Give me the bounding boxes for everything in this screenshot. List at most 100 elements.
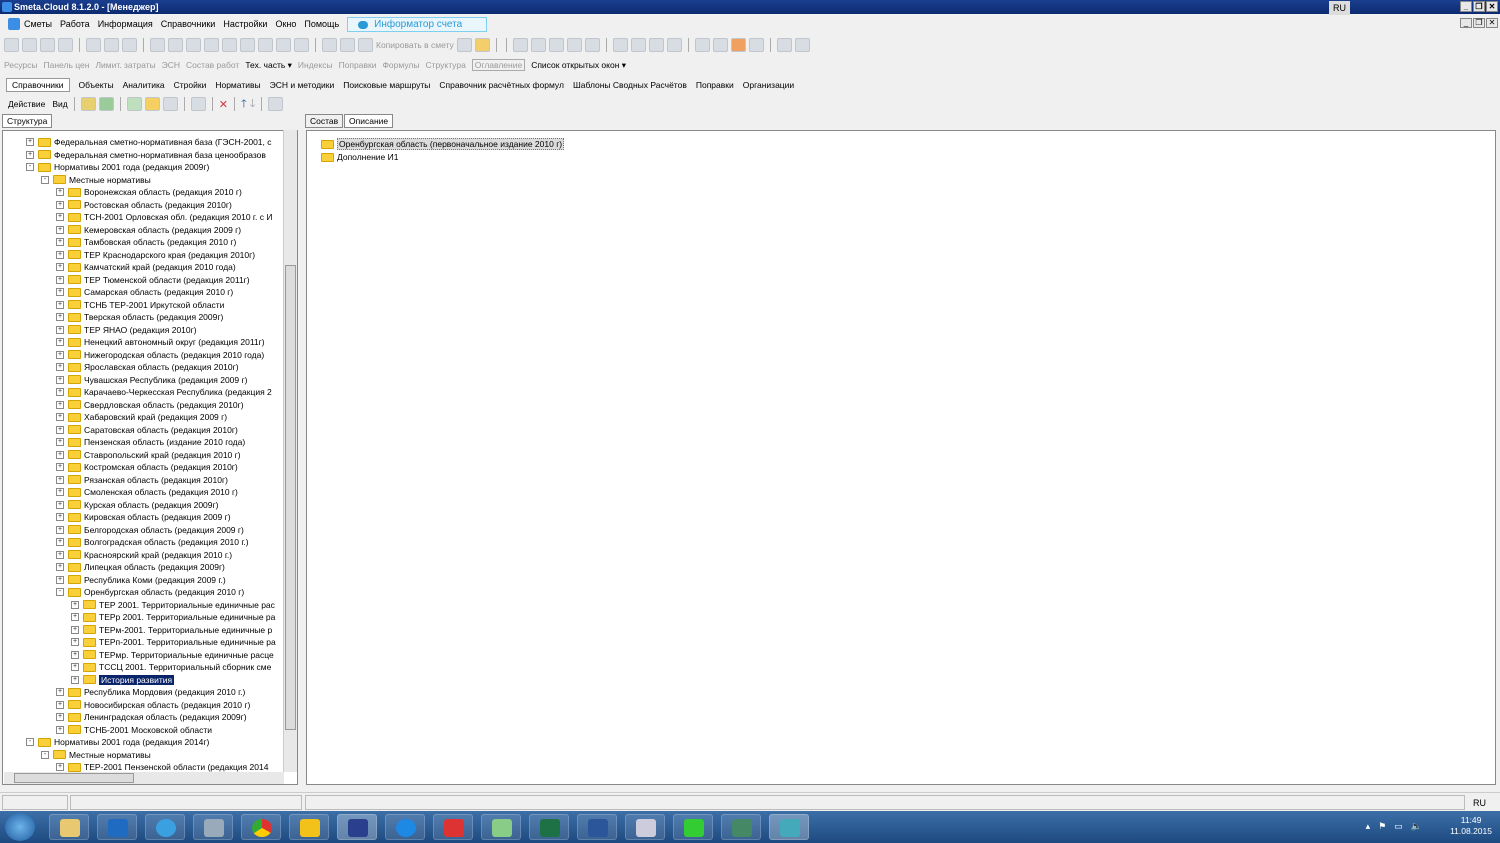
ie-taskbar-icon[interactable]	[145, 814, 185, 840]
expand-icon[interactable]: +	[56, 413, 64, 421]
tree-item[interactable]: + Чувашская Республика (редакция 2009 г)	[56, 374, 247, 386]
tool-button[interactable]	[530, 38, 546, 52]
clock[interactable]: 11:49 11.08.2015	[1450, 815, 1492, 837]
teamviewer-taskbar-icon[interactable]	[385, 814, 425, 840]
collapse-icon[interactable]: -	[41, 175, 49, 184]
copy-icon[interactable]	[190, 97, 206, 111]
tool-button[interactable]	[276, 38, 291, 52]
checkmark-taskbar-icon[interactable]	[433, 814, 473, 840]
expand-icon[interactable]: +	[56, 513, 64, 521]
tree-item[interactable]: + Красноярский край (редакция 2010 г.)	[56, 549, 232, 561]
expand-icon[interactable]: +	[56, 338, 64, 346]
tree-item[interactable]: + Рязанская область (редакция 2010г)	[56, 474, 228, 486]
open-windows-dropdown[interactable]: Список открытых окон ▾	[531, 60, 626, 71]
collapse-icon[interactable]: -	[41, 750, 49, 759]
formulas-button[interactable]: Формулы	[382, 60, 419, 70]
tool-button[interactable]	[40, 38, 55, 52]
tree-item[interactable]: + Республика Коми (редакция 2009 г.)	[56, 574, 226, 586]
tree-item[interactable]: + Ставропольский край (редакция 2010 г)	[56, 449, 241, 461]
expand-icon[interactable]: +	[56, 538, 64, 546]
tree-item[interactable]: - Местные нормативы	[41, 749, 151, 761]
expand-icon[interactable]: +	[56, 438, 64, 446]
tree-item[interactable]: + ТЕРр 2001. Территориальные единичные ра	[71, 611, 275, 623]
tool-button[interactable]	[294, 38, 309, 52]
tree-item[interactable]: + Самарская область (редакция 2010 г)	[56, 286, 233, 298]
tree-item[interactable]: + Республика Мордовия (редакция 2010 г.)	[56, 686, 245, 698]
truck-icon[interactable]	[712, 38, 728, 52]
chrome-taskbar-icon[interactable]	[241, 814, 281, 840]
explorer-taskbar-icon[interactable]	[49, 814, 89, 840]
show-hidden-icon[interactable]: ▴	[1366, 821, 1371, 832]
language-indicator[interactable]: RU	[1329, 1, 1350, 15]
tree-item[interactable]: + Хабаровский край (редакция 2009 г)	[56, 411, 227, 423]
excel-taskbar-icon[interactable]	[529, 814, 569, 840]
tree-item[interactable]: - Местные нормативы	[41, 174, 151, 186]
tech-part-dropdown[interactable]: Тех. часть ▾	[245, 60, 292, 71]
tool-button[interactable]	[512, 38, 528, 52]
tab-structure[interactable]: Структура	[2, 114, 53, 128]
copy-icon[interactable]	[340, 38, 355, 52]
menu-rabota[interactable]: Работа	[60, 19, 90, 29]
tab-esn[interactable]: ЭСН и методики	[270, 80, 335, 90]
expand-icon[interactable]: +	[56, 200, 64, 209]
indent-icon[interactable]	[666, 38, 682, 52]
structure-button[interactable]: Структура	[425, 60, 465, 70]
tool-button[interactable]	[204, 38, 219, 52]
tree-item[interactable]: + Волгоградская область (редакция 2010 г.…	[56, 536, 249, 548]
save-icon[interactable]	[86, 38, 101, 52]
delete-icon[interactable]	[240, 38, 255, 52]
list-item[interactable]: Дополнение И1	[321, 151, 398, 163]
expand-icon[interactable]: +	[56, 363, 64, 371]
price-panel-button[interactable]: Панель цен	[44, 60, 90, 70]
tool-button[interactable]	[730, 38, 746, 52]
network-icon[interactable]: ▭	[1394, 821, 1403, 832]
expand-icon[interactable]: +	[26, 138, 34, 146]
tree-item[interactable]: + Федеральная сметно-нормативная база цен…	[26, 149, 266, 161]
tree-item[interactable]: - Нормативы 2001 года (редакция 2009г)	[26, 161, 209, 173]
expand-icon[interactable]: +	[71, 650, 79, 659]
mdi-minimize-button[interactable]: _	[1460, 18, 1472, 28]
recycle-taskbar-icon[interactable]	[481, 814, 521, 840]
limit-costs-button[interactable]: Лимит. затраты	[95, 60, 155, 70]
tree-item[interactable]: + Карачаево-Черкесская Республика (редакц…	[56, 386, 272, 398]
esn-button[interactable]: ЭСН	[162, 60, 180, 70]
tree-item[interactable]: + ТЕР ЯНАО (редакция 2010г)	[56, 324, 197, 336]
tree-item[interactable]: + Новосибирская область (редакция 2010 г)	[56, 699, 250, 711]
mdi-restore-button[interactable]: ❐	[1473, 18, 1485, 28]
word-taskbar-icon[interactable]	[577, 814, 617, 840]
indent-icon[interactable]	[612, 38, 628, 52]
outlook-taskbar-icon[interactable]	[97, 814, 137, 840]
expand-icon[interactable]: +	[71, 625, 79, 634]
clipboard-icon[interactable]	[474, 38, 490, 52]
cut-icon[interactable]	[322, 38, 337, 52]
view-menu[interactable]: Вид	[52, 99, 67, 109]
tree-item[interactable]: + Саратовская область (редакция 2010г)	[56, 424, 238, 436]
tree-item[interactable]: + ТЕРп-2001. Территориальные единичные ра	[71, 636, 276, 648]
tab-normativy[interactable]: Нормативы	[215, 80, 260, 90]
expand-icon[interactable]: +	[71, 675, 79, 684]
menu-nastroyki[interactable]: Настройки	[223, 19, 267, 29]
expand-icon[interactable]: +	[56, 275, 64, 284]
print-icon[interactable]	[268, 97, 284, 111]
tool-button[interactable]	[80, 97, 96, 111]
expand-icon[interactable]: +	[56, 388, 64, 396]
search-icon[interactable]	[58, 38, 73, 52]
expand-icon[interactable]: +	[56, 450, 64, 459]
paste-icon[interactable]	[358, 38, 373, 52]
tree-item[interactable]: + Пензенская область (издание 2010 года)	[56, 436, 245, 448]
expand-icon[interactable]: +	[26, 150, 34, 159]
expand-icon[interactable]: +	[56, 313, 64, 321]
tree-item[interactable]: + Нижегородская область (редакция 2010 го…	[56, 349, 264, 361]
tree-item[interactable]: + ТССЦ 2001. Территориальный сборник сме	[71, 661, 271, 673]
expand-icon[interactable]: +	[71, 600, 79, 609]
expand-icon[interactable]: +	[56, 563, 64, 571]
tool-button[interactable]	[258, 38, 273, 52]
expand-icon[interactable]: +	[56, 713, 64, 721]
expand-icon[interactable]: +	[56, 700, 64, 709]
expand-icon[interactable]: +	[71, 613, 79, 621]
book-icon[interactable]	[794, 38, 810, 52]
tree-item[interactable]: + ТСН-2001 Орловская обл. (редакция 2010 …	[56, 211, 272, 223]
expand-icon[interactable]: +	[56, 575, 64, 584]
tab-popravki[interactable]: Поправки	[696, 80, 734, 90]
tab-opisanie[interactable]: Описание	[344, 114, 394, 128]
